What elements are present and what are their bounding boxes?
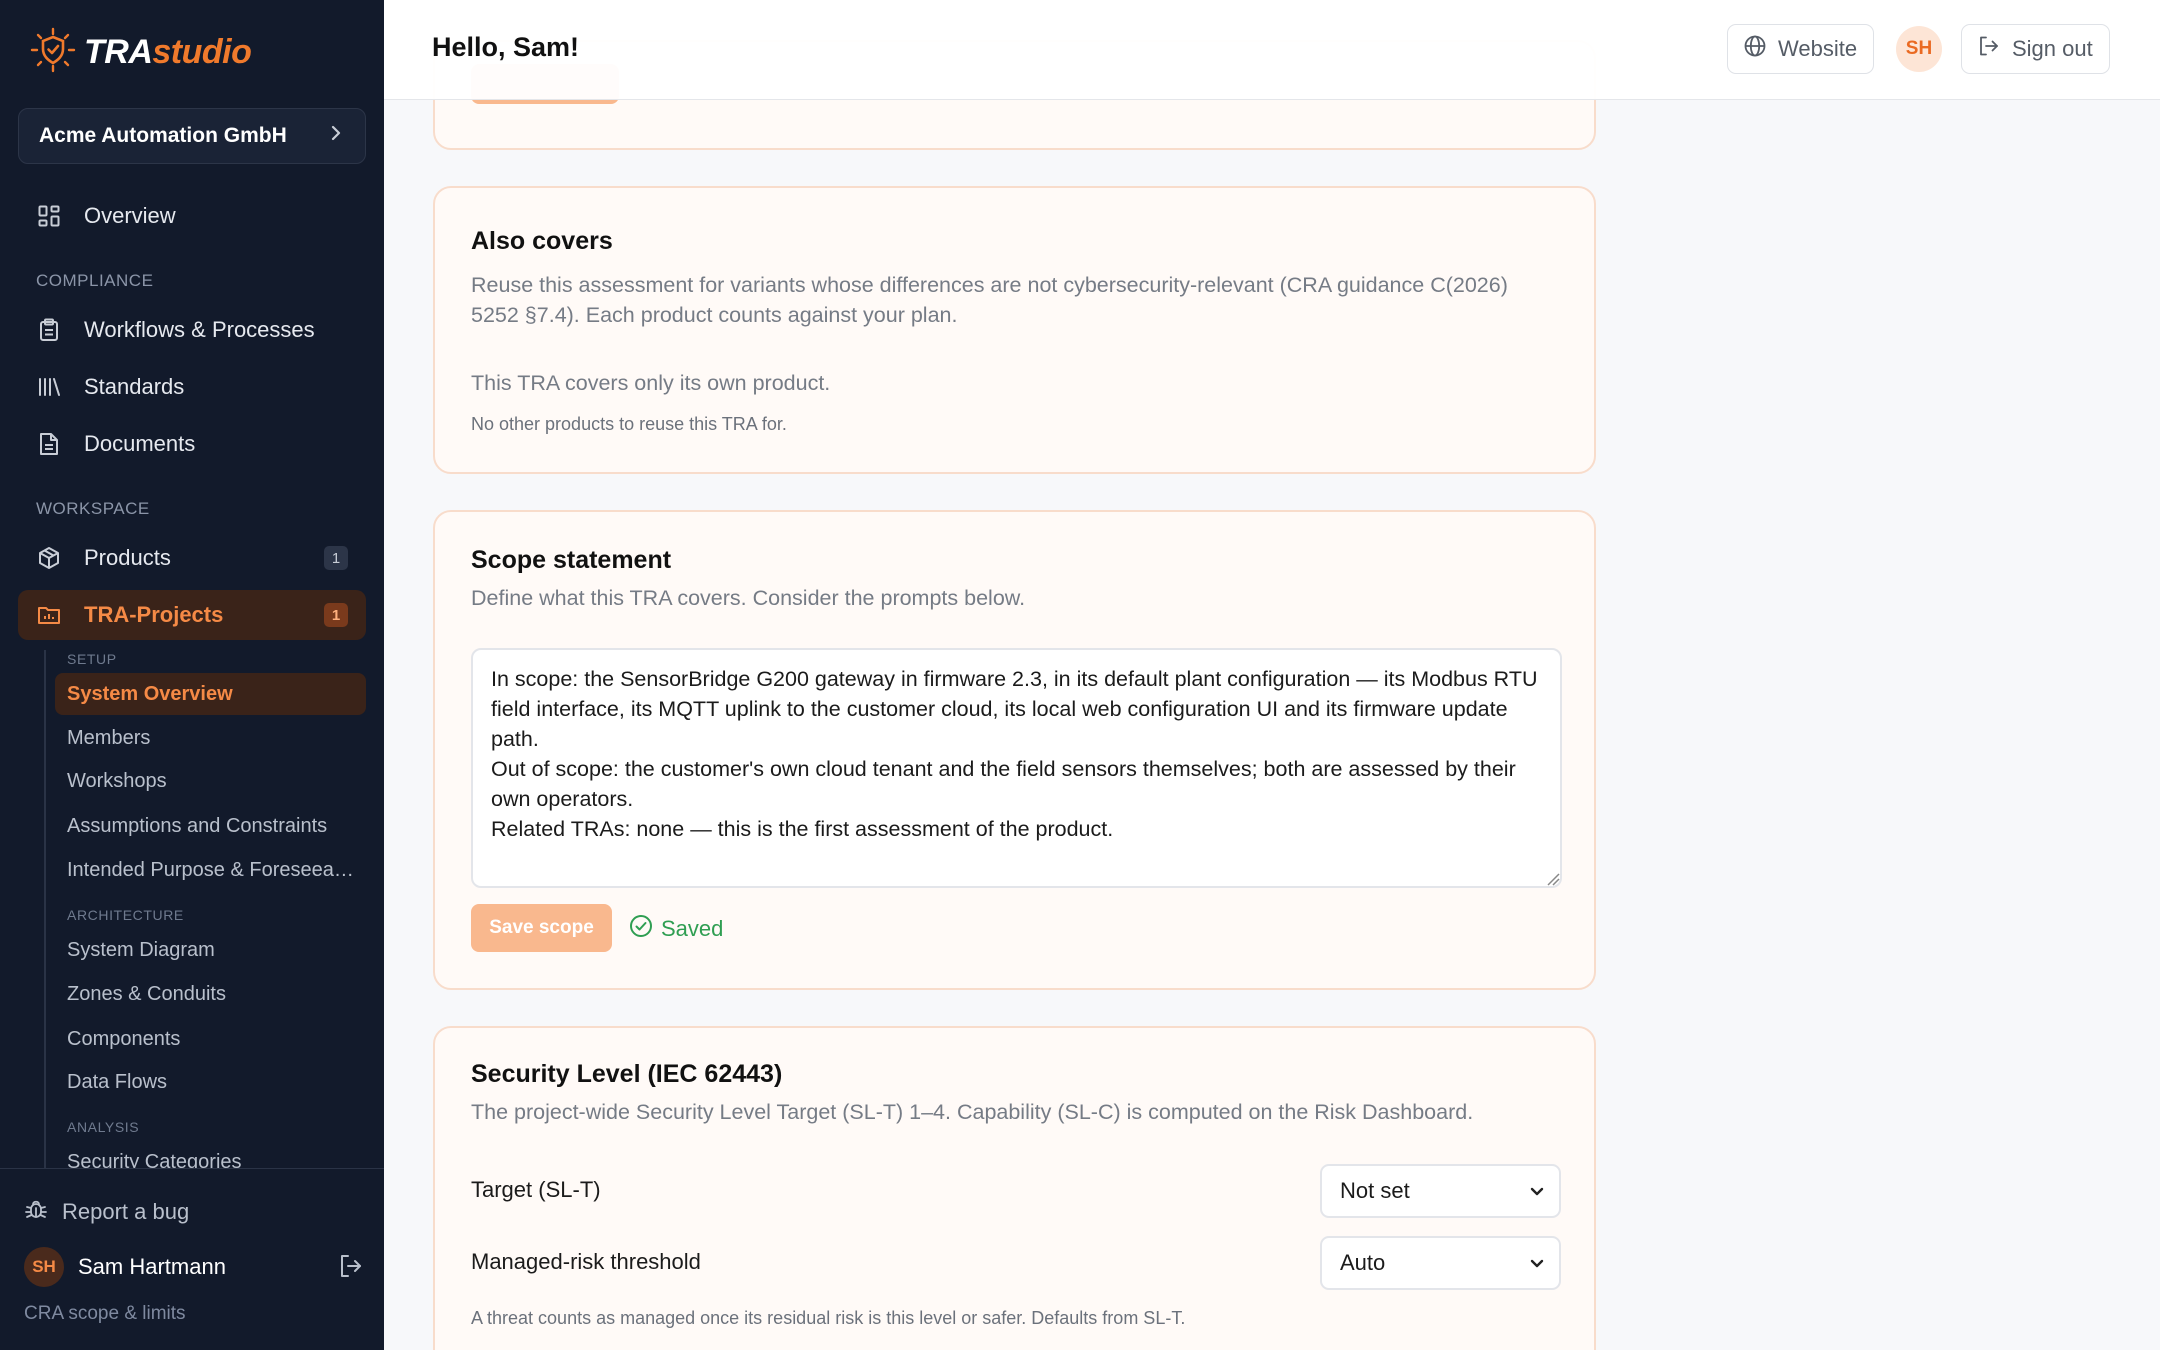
security-level-card: Security Level (IEC 62443) The project-w… — [433, 1026, 1596, 1350]
target-sl-value: Not set — [1340, 1178, 1410, 1203]
report-bug-link[interactable]: Report a bug — [24, 1197, 189, 1227]
nav-item-standards[interactable]: Standards — [18, 362, 366, 412]
subnav-item-zones-conduits[interactable]: Zones & Conduits — [55, 973, 366, 1015]
subnav-label-setup: SETUP — [67, 651, 117, 667]
nav-label: Products — [84, 545, 171, 570]
shield-logo-icon — [30, 27, 76, 78]
products-count-badge: 1 — [324, 546, 348, 570]
threshold-label: Managed-risk threshold — [471, 1249, 701, 1274]
website-button[interactable]: Website — [1727, 24, 1875, 74]
subnav-label-architecture: ARCHITECTURE — [67, 907, 184, 923]
subnav-item-data-flows[interactable]: Data Flows — [55, 1061, 366, 1103]
also-covers-card: Also covers Reuse this assessment for va… — [433, 186, 1596, 474]
brand-logo[interactable]: TRAstudio — [30, 26, 252, 78]
subnav-item-intended-purpose[interactable]: Intended Purpose & Foreseeable Use — [55, 849, 366, 891]
scope-statement-card: Scope statement Define what this TRA cov… — [433, 510, 1596, 990]
saved-label: Saved — [661, 916, 724, 941]
threshold-hint: A threat counts as managed once its resi… — [471, 1308, 1186, 1328]
subnav-item-system-overview[interactable]: System Overview — [55, 673, 366, 715]
target-sl-select[interactable]: Not set — [1320, 1164, 1561, 1218]
subnav-tree-line — [44, 650, 46, 1170]
subnav-item-workshops[interactable]: Workshops — [55, 760, 366, 802]
save-scope-button[interactable]: Save scope — [471, 904, 612, 952]
scope-description: Define what this TRA covers. Consider th… — [471, 586, 1026, 610]
avatar[interactable]: SH — [1896, 26, 1942, 72]
user-menu[interactable]: SH Sam Hartmann — [24, 1245, 364, 1289]
threshold-select[interactable]: Auto — [1320, 1236, 1561, 1290]
security-level-title: Security Level (IEC 62443) — [471, 1060, 783, 1088]
security-level-description: The project-wide Security Level Target (… — [471, 1100, 1474, 1124]
also-covers-title: Also covers — [471, 227, 613, 255]
document-icon — [36, 431, 62, 457]
scope-textarea[interactable]: In scope: the SensorBridge G200 gateway … — [471, 648, 1562, 888]
chevron-right-icon — [329, 124, 343, 148]
clipboard-icon — [36, 317, 62, 343]
bug-icon — [24, 1197, 48, 1227]
threshold-value: Auto — [1340, 1250, 1386, 1275]
grid-icon — [36, 203, 62, 229]
package-icon — [36, 545, 62, 571]
sign-out-label: Sign out — [2012, 36, 2093, 61]
also-covers-description: Reuse this assessment for variants whose… — [471, 273, 1508, 327]
nav-label: TRA-Projects — [84, 602, 224, 627]
also-covers-note: No other products to reuse this TRA for. — [471, 414, 787, 434]
globe-icon — [1744, 35, 1766, 63]
nav-label: Standards — [84, 374, 185, 399]
nav-label: Workflows & Processes — [84, 317, 315, 342]
section-label-compliance: COMPLIANCE — [36, 271, 154, 290]
sign-out-button[interactable]: Sign out — [1961, 24, 2110, 74]
sidebar-footer: Report a bug SH Sam Hartmann CRA scope &… — [0, 1168, 384, 1350]
chevron-down-icon — [1529, 1178, 1545, 1204]
nav-label: Overview — [84, 203, 176, 228]
nav-item-workflows[interactable]: Workflows & Processes — [18, 305, 366, 355]
scope-title: Scope statement — [471, 546, 672, 574]
subnav-item-system-diagram[interactable]: System Diagram — [55, 929, 366, 971]
tra-projects-count-badge: 1 — [324, 603, 348, 627]
nav-label: Documents — [84, 431, 196, 456]
cra-scope-link[interactable]: CRA scope & limits — [24, 1303, 186, 1325]
chevron-down-icon — [1529, 1250, 1545, 1276]
top-header: Hello, Sam! Website SH Sign out — [384, 0, 2160, 100]
sign-out-icon — [1978, 35, 2000, 63]
nav-item-tra-projects[interactable]: TRA-Projects 1 — [18, 590, 366, 640]
check-circle-icon — [629, 914, 653, 944]
subnav-label-analysis: ANALYSIS — [67, 1119, 140, 1135]
nav-item-documents[interactable]: Documents — [18, 419, 366, 469]
brand-name: TRAstudio — [84, 32, 252, 71]
report-bug-label: Report a bug — [62, 1199, 190, 1224]
also-covers-status: This TRA covers only its own product. — [471, 371, 831, 395]
page-greeting: Hello, Sam! — [432, 32, 580, 62]
sidebar: TRAstudio Acme Automation GmbH Overview … — [0, 0, 384, 1350]
folder-chart-icon — [36, 602, 62, 628]
target-sl-label: Target (SL-T) — [471, 1177, 601, 1202]
website-label: Website — [1778, 36, 1858, 61]
org-switcher-button[interactable]: Acme Automation GmbH — [18, 108, 366, 164]
subnav-item-components[interactable]: Components — [55, 1018, 366, 1060]
avatar: SH — [24, 1247, 64, 1287]
nav-item-overview[interactable]: Overview — [18, 191, 366, 241]
saved-status: Saved — [629, 914, 723, 944]
org-name: Acme Automation GmbH — [39, 124, 287, 147]
subnav-item-members[interactable]: Members — [55, 717, 366, 759]
section-label-workspace: WORKSPACE — [36, 499, 150, 518]
library-icon — [36, 374, 62, 400]
user-name: Sam Hartmann — [78, 1254, 226, 1279]
logout-icon[interactable] — [338, 1253, 364, 1284]
subnav-item-assumptions[interactable]: Assumptions and Constraints — [55, 805, 366, 847]
resize-handle-icon[interactable] — [1546, 872, 1560, 886]
nav-item-products[interactable]: Products 1 — [18, 533, 366, 583]
